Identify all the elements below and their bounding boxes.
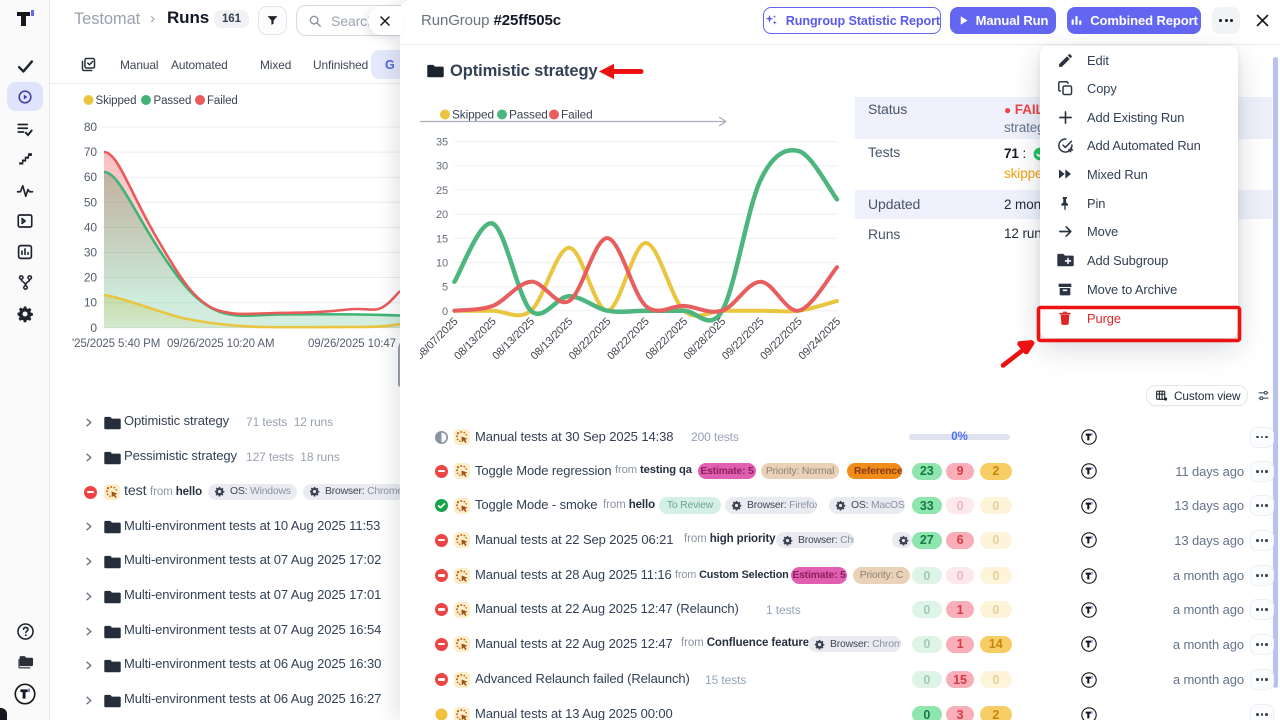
svg-text:Skipped: Skipped <box>96 95 137 107</box>
svg-text:09/26/2025 10:20 AM: 09/26/2025 10:20 AM <box>167 338 274 350</box>
svg-text:60: 60 <box>84 170 98 184</box>
svg-text:5: 5 <box>442 282 448 294</box>
svg-text:20: 20 <box>436 209 448 221</box>
svg-text:Failed: Failed <box>207 95 238 107</box>
svg-text:30: 30 <box>436 161 448 173</box>
svg-text:09/24/2025: 09/24/2025 <box>796 316 843 360</box>
svg-text:35: 35 <box>436 137 448 149</box>
svg-text:'25/2025 5:40 PM: '25/2025 5:40 PM <box>72 338 160 350</box>
svg-text:80: 80 <box>84 120 98 134</box>
svg-text:0: 0 <box>442 306 448 318</box>
svg-text:70: 70 <box>84 145 98 159</box>
svg-text:Passed: Passed <box>154 95 192 107</box>
svg-text:10: 10 <box>84 296 98 310</box>
svg-text:50: 50 <box>84 195 98 209</box>
svg-text:Passed: Passed <box>509 108 548 122</box>
svg-text:Skipped: Skipped <box>452 108 494 122</box>
svg-text:30: 30 <box>84 246 98 260</box>
svg-text:0: 0 <box>90 321 97 335</box>
svg-text:25: 25 <box>436 185 448 197</box>
svg-text:15: 15 <box>436 233 448 245</box>
svg-text:40: 40 <box>84 220 98 234</box>
svg-text:09/26/2025 10:47 AM: 09/26/2025 10:47 AM <box>308 338 404 350</box>
svg-text:10: 10 <box>436 258 448 270</box>
svg-text:Failed: Failed <box>561 108 593 122</box>
svg-text:20: 20 <box>84 271 98 285</box>
